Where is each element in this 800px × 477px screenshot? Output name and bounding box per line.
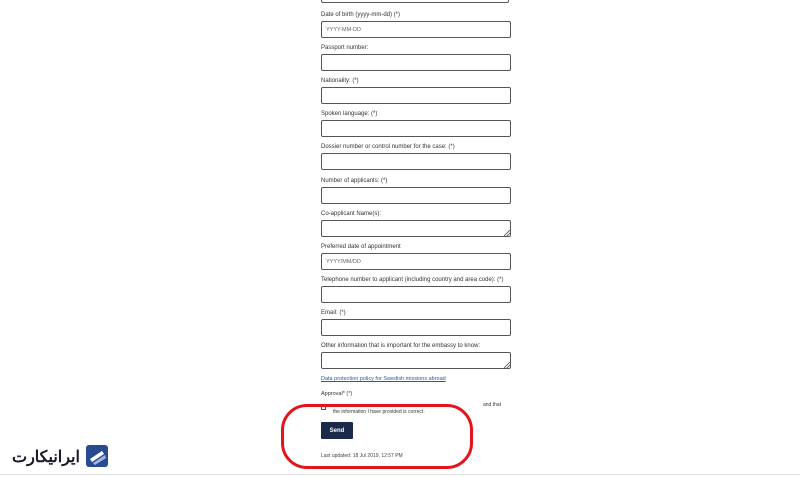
approval-label: Approval* (*) [321, 391, 353, 397]
appointment-date-input[interactable] [321, 253, 511, 270]
dossier-label: Dossier number or control number for the… [321, 144, 455, 150]
consent-line-1: and that [483, 402, 502, 408]
other-info-label: Other information that is important for … [321, 343, 481, 349]
page-divider [0, 474, 800, 475]
coapplicant-label: Co-applicant Name(s): [321, 211, 382, 217]
watermark-logo: ایرانیکارت [12, 441, 110, 471]
data-protection-policy-link[interactable]: Data protection policy for Swedish missi… [321, 376, 446, 382]
passport-input[interactable] [321, 54, 511, 71]
previous-field[interactable] [321, 0, 509, 3]
language-label: Spoken language: (*) [321, 111, 378, 117]
telephone-input[interactable] [321, 286, 511, 303]
nationality-input[interactable] [321, 87, 511, 104]
language-input[interactable] [321, 120, 511, 137]
last-updated: Last updated: 18 Jul 2019, 12:57 PM [321, 453, 403, 459]
dob-input[interactable] [321, 21, 511, 38]
dob-label: Date of birth (yyyy-mm-dd) (*) [321, 12, 401, 18]
consent-line-2: the information I have provided is corre… [333, 409, 425, 415]
send-button[interactable]: Send [321, 422, 353, 439]
passport-label: Passport number: [321, 45, 369, 51]
watermark-text: ایرانیکارت [12, 449, 80, 466]
appointment-label: Preferred date of appointment [321, 244, 401, 250]
card-logo-icon [86, 445, 108, 467]
email-label: Email: (*) [321, 310, 346, 316]
coapplicant-textarea[interactable] [321, 220, 511, 237]
email-input[interactable] [321, 319, 511, 336]
other-info-textarea[interactable] [321, 352, 511, 369]
nationality-label: Nationality: (*) [321, 78, 359, 84]
approval-checkbox[interactable] [321, 405, 326, 410]
applicants-input[interactable] [321, 187, 511, 204]
dossier-input[interactable] [321, 153, 511, 170]
telephone-label: Telephone number to applicant (including… [321, 277, 504, 283]
applicants-label: Number of applicants: (*) [321, 178, 388, 184]
